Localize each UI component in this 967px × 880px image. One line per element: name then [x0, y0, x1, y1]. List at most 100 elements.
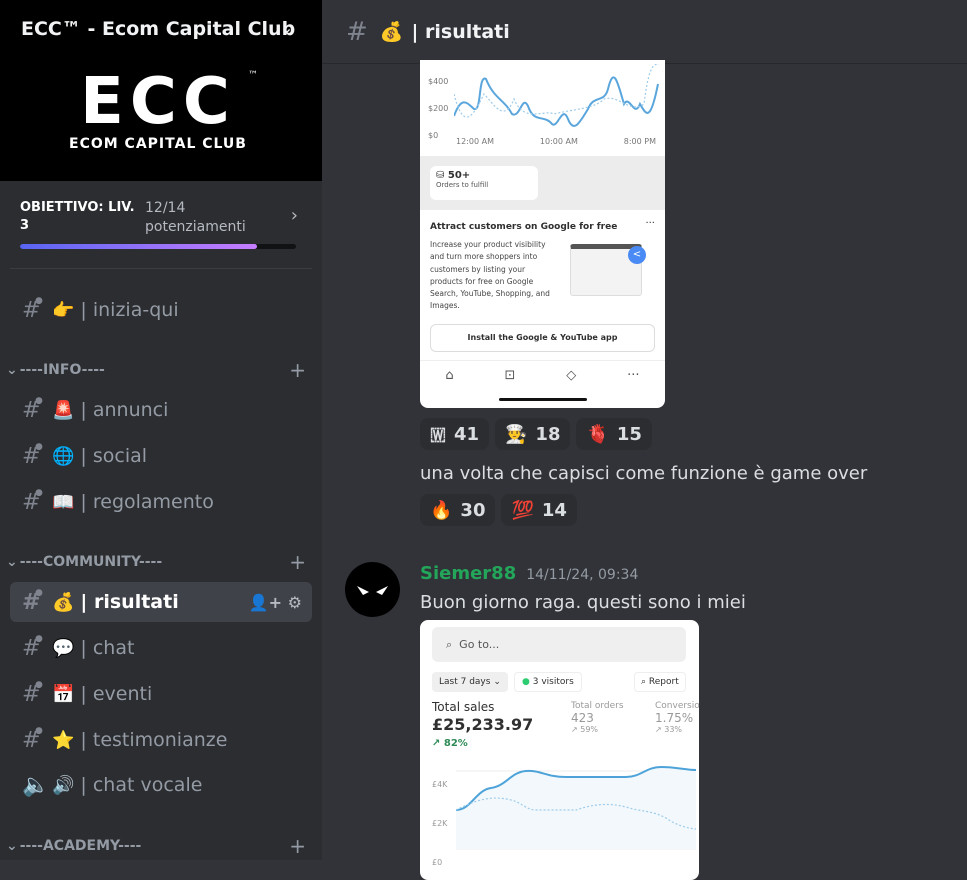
category-label: ----INFO---- [19, 362, 105, 378]
reaction-button[interactable]: 💯 14 [501, 494, 577, 526]
channel-item[interactable]: 🔈 🔊 | chat vocale [10, 765, 312, 805]
server-boost-goal[interactable]: OBIETTIVO: LIV. 3 12/14 potenziamenti › [10, 181, 312, 269]
channel-item[interactable]: # ● 💰 | risultati 👤+ ⚙ [10, 582, 312, 622]
category-label: ----COMMUNITY---- [19, 554, 163, 570]
reaction-button[interactable]: 🔥 30 [420, 494, 496, 526]
home-indicator [499, 398, 587, 401]
reaction-button[interactable]: 🫀 15 [576, 418, 652, 450]
reaction-count: 15 [616, 423, 642, 445]
message-author[interactable]: Siemer88 [420, 563, 516, 584]
channel-label: | social [80, 445, 148, 467]
channel-label: | eventi [80, 683, 153, 705]
reaction-count: 18 [535, 423, 561, 445]
add-channel-icon[interactable]: + [289, 834, 306, 858]
channel-item[interactable]: # ● 🚨 | annunci [10, 390, 312, 430]
category-header[interactable]: ⌄ ----COMMUNITY---- + [6, 550, 306, 574]
y-tick: £2K [432, 819, 448, 828]
orders-change: 59% [580, 725, 599, 734]
message-text: una volta che capisci come funzione è ga… [420, 463, 868, 484]
channel-emoji: 💰 [52, 591, 75, 613]
reaction-button[interactable]: 🇼 41 [420, 418, 489, 450]
sales-value: £25,233.97 [432, 715, 534, 734]
locked-voice-icon: 🔈 [22, 772, 50, 798]
orders-count: 50+ [447, 170, 471, 181]
channel-label: | chat vocale [80, 774, 203, 796]
reaction-emoji: 💯 [511, 499, 534, 521]
reaction-count: 14 [541, 499, 567, 521]
card-title: Attract customers on Google for free [430, 222, 618, 232]
server-banner[interactable]: ECC™ - Ecom Capital Club ⌄ ECC ™ ECOM CAP… [0, 0, 322, 181]
visitors-badge: 3 visitors [532, 677, 574, 687]
inbox-icon: ⊡ [504, 368, 516, 383]
channel-label: | annunci [80, 399, 169, 421]
y-tick: $400 [428, 77, 449, 86]
conversion-change: 33% [664, 725, 683, 734]
reaction-emoji: 👨‍🍳 [505, 423, 528, 445]
channel-emoji: 🔊 [52, 774, 75, 796]
locked-channel-icon: # ● [22, 587, 43, 615]
share-icon: < [628, 246, 646, 264]
x-tick: 10:00 AM [539, 137, 578, 146]
channel-header: # 💰 | risultati [322, 0, 967, 64]
message-text: Buon giorno raga. questi sono i miei [420, 592, 746, 613]
channel-label: | risultati [80, 591, 179, 613]
sales-label: Total sales [432, 700, 495, 714]
locked-channel-icon: # ● [22, 295, 43, 323]
channel-label: | inizia-qui [80, 299, 179, 321]
goal-count: 12/14 [145, 200, 186, 216]
locked-channel-icon: # [346, 16, 368, 47]
channel-title: | risultati [411, 20, 510, 43]
channel-item[interactable]: # ● 💬 | chat [10, 628, 312, 668]
locked-channel-icon: # ● [22, 487, 43, 515]
reaction-button[interactable]: 👨‍🍳 18 [495, 418, 571, 450]
tag-icon: ◇ [566, 368, 577, 383]
chevron-right-icon[interactable]: › [291, 205, 298, 226]
goal-title: OBIETTIVO: LIV. 3 [20, 200, 135, 233]
channel-emoji: 🌐 [52, 445, 75, 467]
sales-sparkline [454, 64, 659, 127]
sales-chart [456, 765, 696, 850]
category-label: ----ACADEMY---- [19, 838, 142, 854]
avatar[interactable] [345, 562, 400, 617]
chevron-down-icon: ⌄ [6, 362, 18, 378]
locked-channel-icon: # ● [22, 633, 43, 661]
more-icon: ··· [627, 368, 640, 383]
server-logo: ECC ™ ECOM CAPITAL CLUB [69, 65, 258, 152]
orders-value: 423 [571, 711, 594, 725]
search-icon: ⌕ [446, 638, 453, 651]
locked-channel-icon: # ● [22, 725, 43, 753]
channel-item[interactable]: # ● 👉 | inizia-qui [10, 290, 312, 330]
gear-icon[interactable]: ⚙ [288, 593, 302, 612]
reactions-row: 🔥 30 💯 14 [420, 494, 577, 526]
y-tick: £0 [432, 858, 443, 867]
message-timestamp: 14/11/24, 09:34 [526, 567, 639, 583]
more-icon: ··· [645, 218, 655, 229]
search-placeholder: Go to... [459, 638, 500, 651]
channel-label: | regolamento [80, 491, 214, 513]
add-channel-icon[interactable]: + [289, 550, 306, 574]
server-name[interactable]: ECC™ - Ecom Capital Club [21, 18, 295, 40]
header-emoji: 💰 [379, 21, 404, 43]
channel-item[interactable]: # ● 🌐 | social [10, 436, 312, 476]
attachment-image-1[interactable]: $400 $200 $0 12:00 AM 10:00 AM 8:00 PM ⛁… [420, 60, 665, 408]
chevron-down-icon: ⌄ [6, 838, 18, 854]
home-icon: ⌂ [445, 368, 454, 383]
channel-item[interactable]: # ● 📖 | regolamento [10, 482, 312, 522]
reaction-emoji: 🔥 [430, 499, 453, 521]
reaction-count: 41 [453, 423, 479, 445]
channel-emoji: 👉 [52, 299, 75, 321]
reaction-emoji: 🇼 [430, 423, 446, 445]
category-header[interactable]: ⌄ ----INFO---- + [6, 358, 306, 382]
locked-channel-icon: # ● [22, 679, 43, 707]
attachment-image-2[interactable]: ⌕ Go to... Last 7 days ⌄ ● 3 visitors ⌕ … [420, 620, 699, 880]
report-button: Report [648, 677, 679, 687]
goal-progress-fill [20, 244, 257, 249]
channel-item[interactable]: # ● ⭐ | testimonianze [10, 720, 312, 760]
report-icon: ⌕ [641, 677, 647, 687]
channel-item[interactable]: # ● 📅 | eventi [10, 674, 312, 714]
add-channel-icon[interactable]: + [289, 358, 306, 382]
channel-label: | chat [80, 637, 135, 659]
chevron-down-icon[interactable]: ⌄ [280, 18, 293, 37]
category-header[interactable]: ⌄ ----ACADEMY---- + [6, 834, 306, 858]
invite-icon[interactable]: 👤+ [249, 593, 282, 612]
